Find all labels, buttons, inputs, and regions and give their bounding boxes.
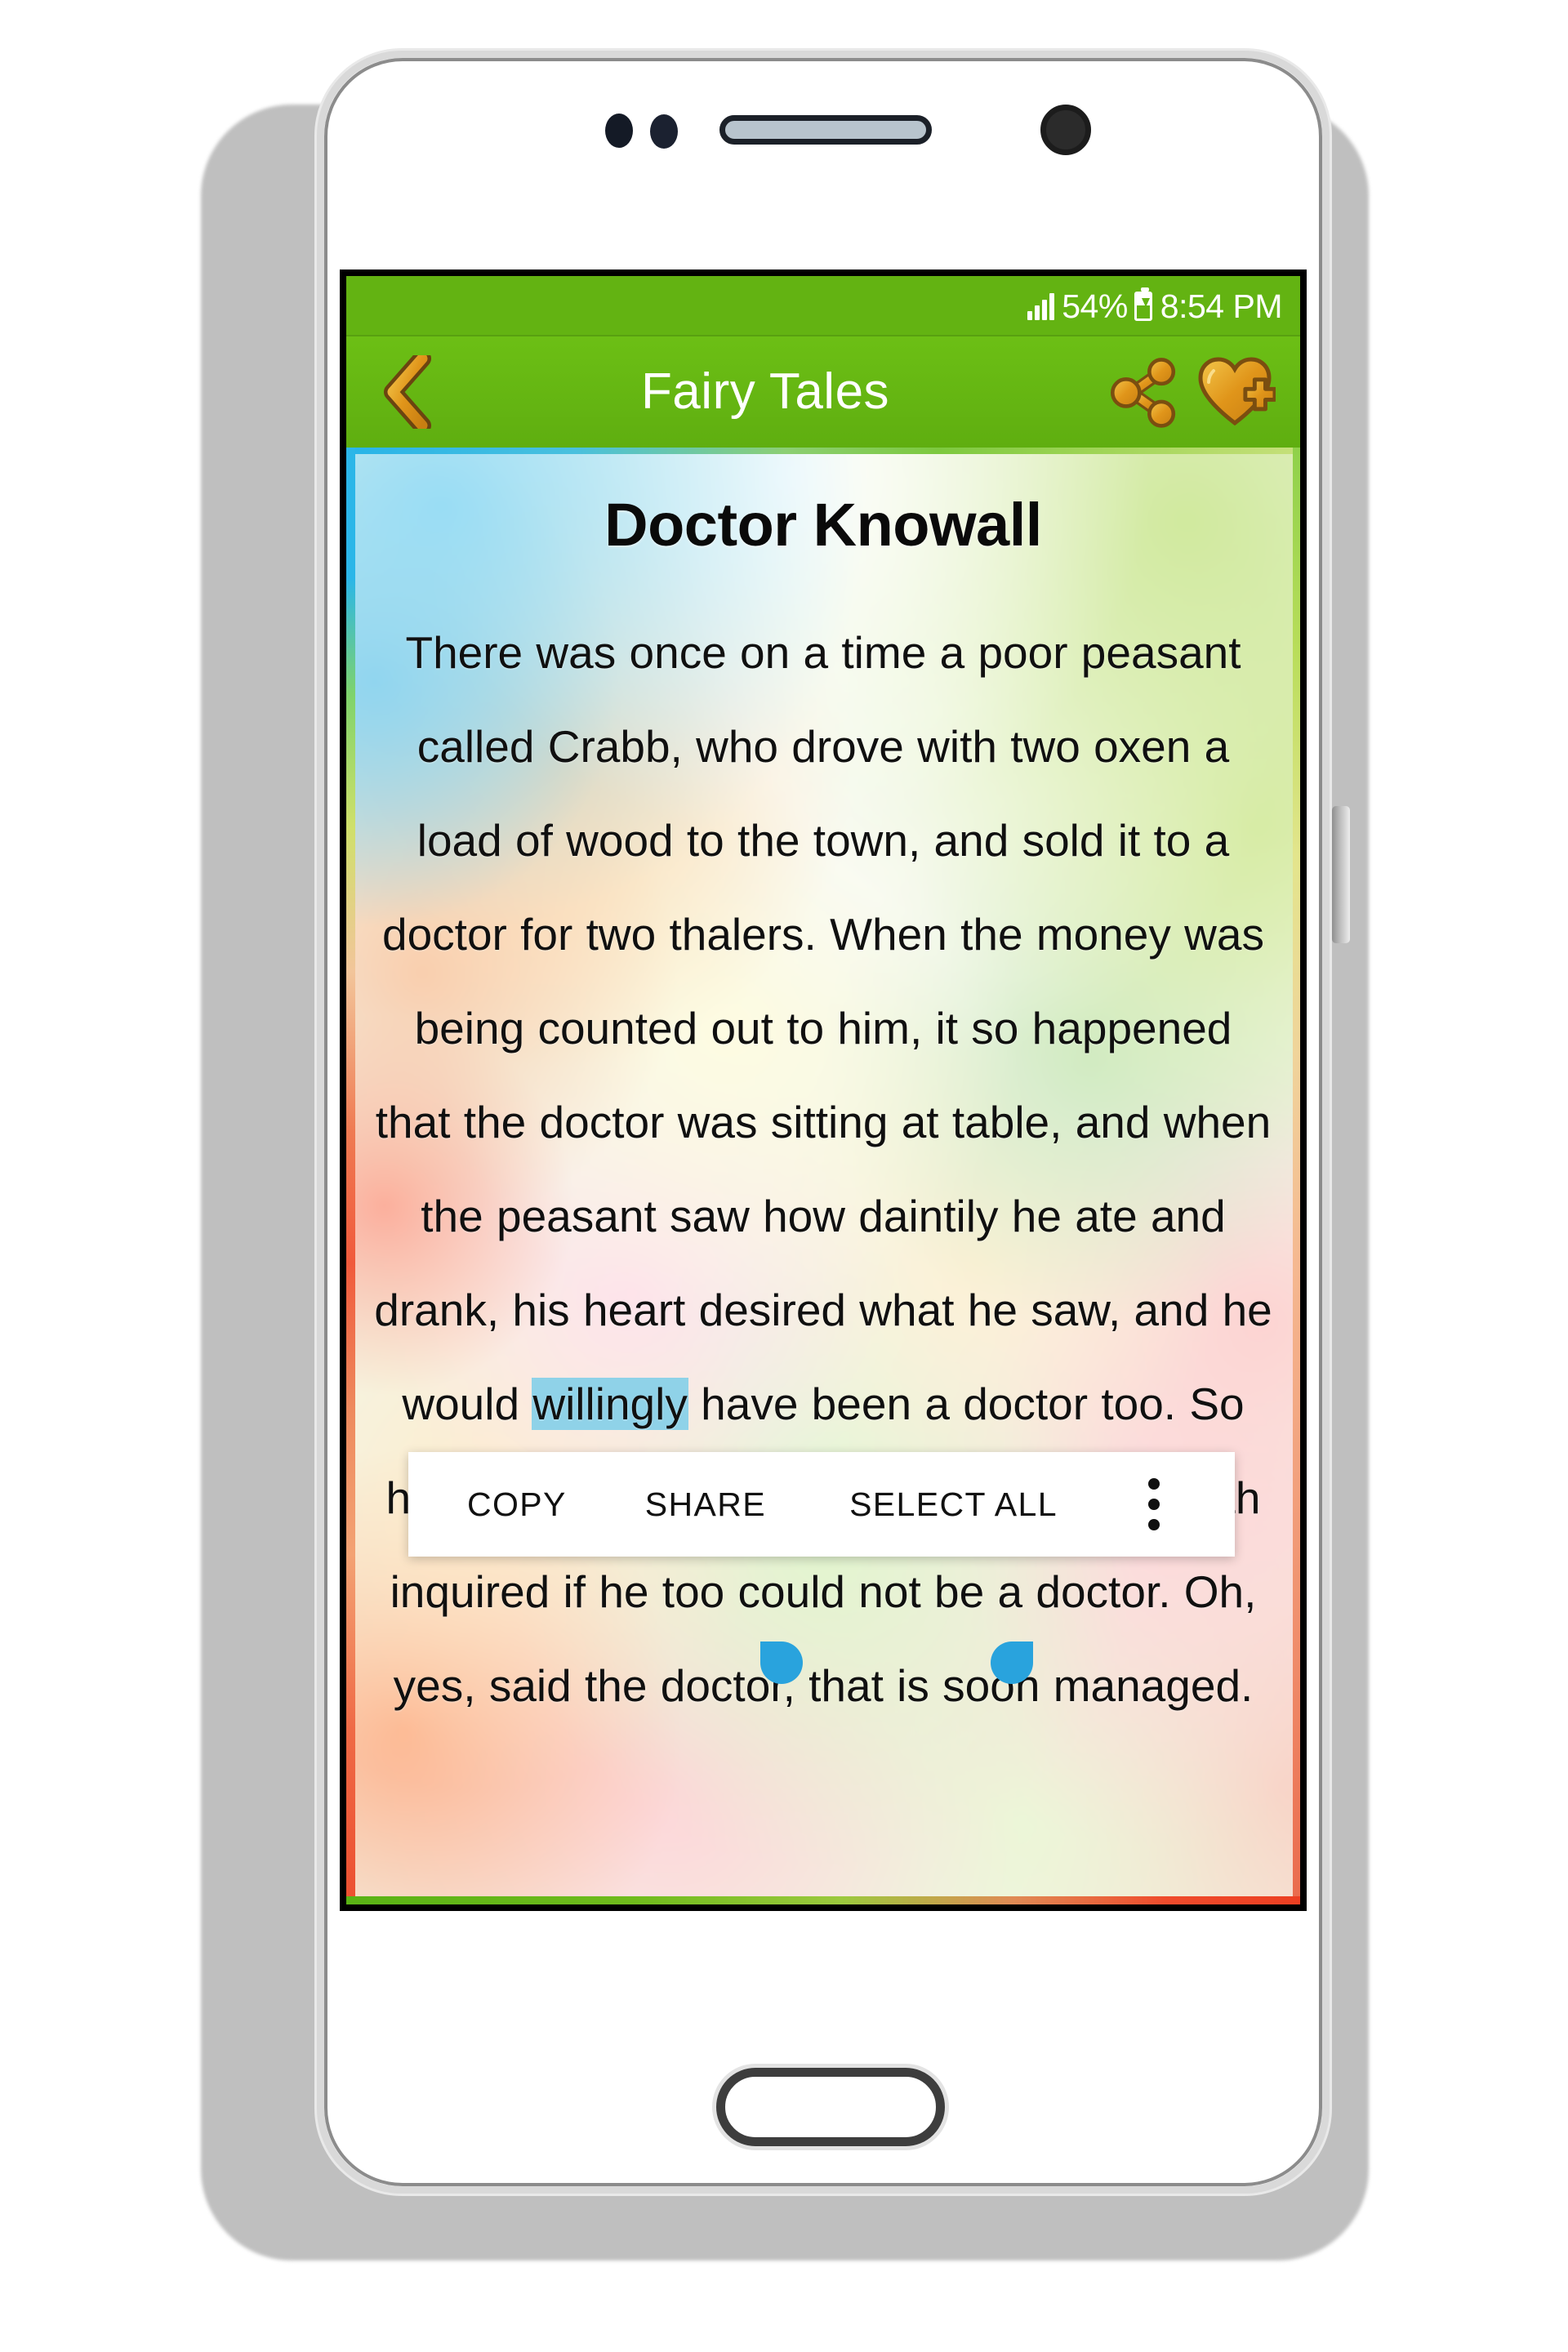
more-vertical-icon[interactable] [1148, 1478, 1160, 1530]
text-selection-action-menu: COPY SHARE SELECT ALL [408, 1452, 1235, 1557]
screen-content: 54% 8:54 PM Fairy Tales Doctor Knowall T… [346, 276, 1300, 1904]
power-button[interactable] [1332, 806, 1350, 943]
select-all-button[interactable]: SELECT ALL [849, 1486, 1058, 1524]
copy-button[interactable]: COPY [467, 1486, 567, 1524]
app-bar: Fairy Tales [346, 336, 1300, 448]
story-body-text[interactable]: There was once on a time a poor peasant … [371, 606, 1276, 1733]
story-scroll-area[interactable]: Doctor Knowall There was once on a time … [346, 448, 1300, 1904]
back-chevron-icon [384, 355, 431, 429]
story-title: Doctor Knowall [604, 491, 1042, 559]
heart-plus-icon [1198, 357, 1276, 426]
battery-charging-icon [1134, 287, 1152, 321]
selected-text[interactable]: willingly [532, 1379, 688, 1429]
proximity-sensor-icon [605, 114, 633, 148]
add-favorite-button[interactable] [1192, 350, 1277, 434]
signal-bars-icon [1027, 292, 1055, 320]
selection-handle-start[interactable] [760, 1642, 803, 1684]
share-icon [1110, 358, 1176, 428]
share-button[interactable] [1101, 350, 1186, 434]
home-button[interactable] [716, 2068, 945, 2146]
share-menu-button[interactable]: SHARE [645, 1486, 766, 1524]
battery-percent-label: 54% [1062, 287, 1128, 325]
light-sensor-icon [650, 114, 678, 149]
story-container[interactable]: Doctor Knowall There was once on a time … [346, 448, 1300, 1904]
front-camera-icon [1040, 105, 1091, 155]
phone-screen: 54% 8:54 PM Fairy Tales Doctor Knowall T… [340, 270, 1307, 1911]
status-bar: 54% 8:54 PM [346, 276, 1300, 336]
earpiece-speaker [719, 115, 932, 145]
selection-handle-end[interactable] [991, 1642, 1033, 1684]
status-bar-time: 8:54 PM [1160, 287, 1283, 325]
page-title: Fairy Tales [640, 363, 890, 420]
story-text-before-selection: There was once on a time a poor peasant … [374, 627, 1272, 1429]
